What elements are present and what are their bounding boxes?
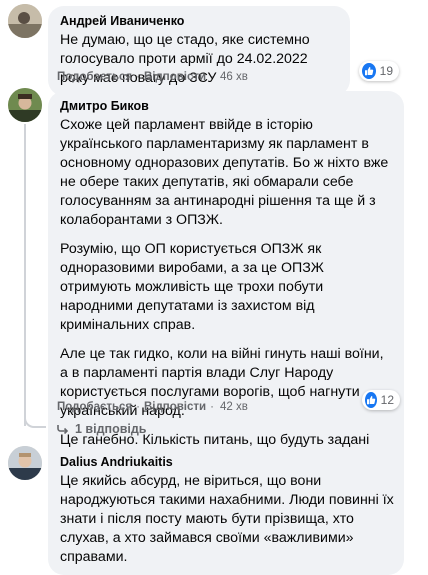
comment-bubble: Dalius Andriukaitis Це якийсь абсурд, не… [48, 447, 404, 575]
like-button[interactable]: Подобається [57, 400, 132, 414]
comment-actions: Подобається · Відповісти · 46 хв [57, 70, 248, 84]
comment-paragraph: Розумію, що ОП користується ОПЗЖ як одно… [60, 241, 324, 333]
reaction-count[interactable]: 12 [362, 390, 400, 410]
thread-line [24, 124, 26, 426]
like-icon [362, 63, 376, 79]
comment-actions: Подобається · Відповісти · 42 хв [57, 400, 248, 414]
reaction-count-value: 12 [380, 393, 394, 407]
view-replies-button[interactable]: 1 відповідь [57, 422, 146, 436]
avatar-photo-icon [8, 88, 42, 122]
comment-author[interactable]: Дмитро Биков [60, 98, 392, 114]
avatar[interactable] [8, 88, 42, 122]
comment-bubble: Дмитро Биков Схоже цей парламент ввійде … [48, 91, 404, 477]
reaction-count[interactable]: 19 [359, 61, 399, 81]
separator: · [136, 401, 140, 413]
separator: · [136, 71, 140, 83]
reply-button[interactable]: Відповісти [144, 400, 206, 414]
replies-count: 1 відповідь [75, 422, 147, 436]
comment-author[interactable]: Dalius Andriukaitis [60, 454, 396, 470]
thread-line-curve [24, 408, 46, 428]
separator: · [210, 401, 214, 413]
comment-author[interactable]: Андрей Иваниченко [60, 13, 338, 29]
like-icon [365, 392, 377, 408]
reply-arrow-icon [57, 425, 69, 434]
avatar-photo-icon [8, 446, 42, 480]
separator: · [210, 71, 214, 83]
avatar[interactable] [8, 446, 42, 480]
timestamp[interactable]: 46 хв [220, 70, 248, 84]
reaction-count-value: 19 [379, 64, 393, 78]
avatar[interactable] [8, 4, 42, 38]
avatar-photo-icon [8, 4, 42, 38]
reply-button[interactable]: Відповісти [144, 70, 206, 84]
timestamp[interactable]: 42 хв [220, 400, 248, 414]
like-button[interactable]: Подобається [57, 70, 132, 84]
comment-paragraph: Схоже цей парламент ввійде в історію укр… [60, 117, 389, 228]
comment-text: Це якийсь абсурд, не віриться, що вони н… [60, 473, 394, 565]
